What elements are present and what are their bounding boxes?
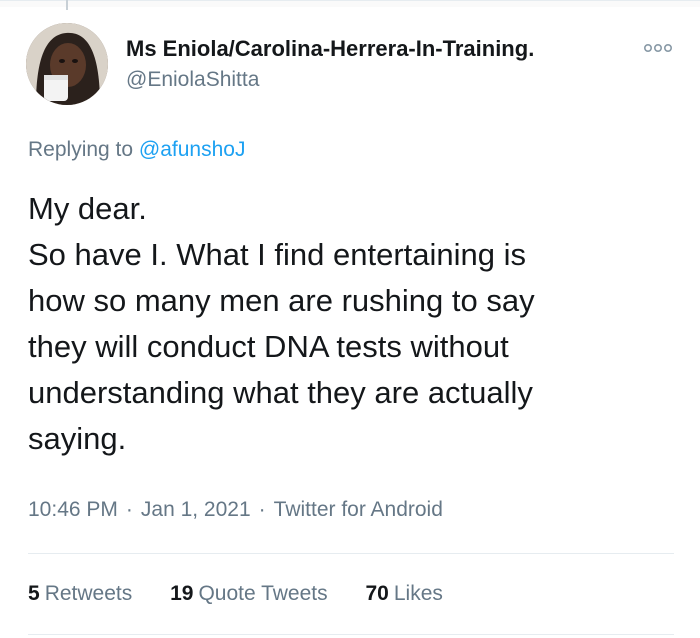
divider (28, 634, 674, 635)
tweet-source[interactable]: Twitter for Android (274, 498, 443, 521)
likes-stat[interactable]: 70 Likes (365, 582, 442, 606)
reply-mention-link[interactable]: @afunshoJ (139, 138, 246, 161)
meta-separator: · (125, 498, 133, 521)
thread-connector (66, 0, 68, 10)
tweet-date[interactable]: Jan 1, 2021 (141, 498, 251, 521)
tweet-line: saying. (28, 421, 127, 456)
meta-separator: · (258, 498, 266, 521)
tweet-line: So have I. What I find entertaining is (28, 237, 526, 272)
retweets-label: Retweets (44, 582, 133, 605)
retweets-count: 5 (28, 582, 40, 605)
retweets-stat[interactable]: 5 Retweets (28, 582, 132, 606)
divider (28, 553, 674, 554)
replying-to: Replying to @afunshoJ (28, 138, 245, 162)
avatar[interactable] (26, 23, 108, 105)
display-name[interactable]: Ms Eniola/Carolina-Herrera-In-Training. (126, 36, 534, 62)
more-options-icon[interactable] (642, 40, 674, 56)
tweet-line: how so many men are rushing to say (28, 283, 535, 318)
tweet-stats: 5 Retweets 19 Quote Tweets 70 Likes (28, 582, 475, 606)
tweet-line: they will conduct DNA tests without (28, 329, 509, 364)
user-handle[interactable]: @EniolaShitta (126, 68, 259, 92)
likes-count: 70 (365, 582, 389, 605)
tweet-time[interactable]: 10:46 PM (28, 498, 118, 521)
tweet-line: understanding what they are actually (28, 375, 533, 410)
tweet-line: My dear. (28, 191, 147, 226)
tweet-meta: 10:46 PM · Jan 1, 2021 · Twitter for Android (28, 498, 443, 522)
quote-tweets-label: Quote Tweets (198, 582, 328, 605)
avatar-image (26, 23, 108, 105)
likes-label: Likes (393, 582, 443, 605)
quote-tweets-count: 19 (170, 582, 194, 605)
replying-prefix: Replying to (28, 138, 134, 161)
tweet-text: My dear. So have I. What I find entertai… (28, 186, 658, 462)
quote-tweets-stat[interactable]: 19 Quote Tweets (170, 582, 328, 606)
top-border (0, 0, 700, 7)
